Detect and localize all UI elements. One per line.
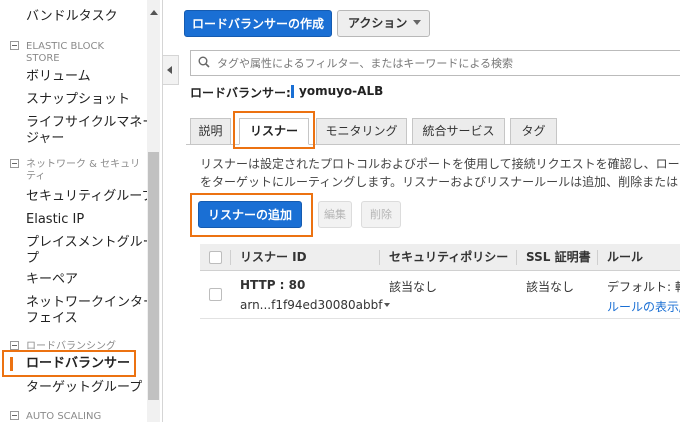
sidebar-item-bundle-tasks[interactable]: バンドルタスク [26,8,118,25]
tab-highlight-box [233,111,315,149]
sidebar-item-lifecycle-manager[interactable]: ライフサイクルマネー [26,114,155,131]
sidebar-item-key-pairs[interactable]: キーペア [26,271,78,288]
actions-dropdown[interactable]: アクション [337,10,430,37]
search-input[interactable] [217,54,677,72]
collapse-icon[interactable] [10,411,19,420]
sidebar-item-elastic-ip[interactable]: Elastic IP [26,211,84,228]
rule-default-value: デフォルト: 転 [607,280,680,294]
listener-arn[interactable]: arn...f1f94ed30080abbf [240,298,391,312]
sidebar-active-indicator [10,357,13,371]
delete-button[interactable]: 削除 [361,201,401,228]
listeners-description-line-2: をターゲットにルーティングします。リスナーおよびリスナールールは追加、削除または [200,175,679,189]
lb-status-marker [291,85,294,98]
tab-tags[interactable]: タグ [510,118,557,145]
ssl-certificate-value: 該当なし [526,280,575,294]
sidebar-item-placement-groups[interactable]: プレイスメントグルー [26,234,156,251]
search-icon [198,56,210,68]
section-network-toggle[interactable] [10,158,25,171]
tab-monitoring[interactable]: モニタリング [316,118,407,145]
load-balancer-name: yomuyo-ALB [299,84,384,98]
section-ebs-title-2: STORE [26,53,60,64]
listeners-description: リスナーは設定されたプロトコルおよびポートを使用して接続リクエストを確認し、ロー… [200,155,680,191]
sidebar-item-load-balancers[interactable]: ロードバランサー [26,355,130,372]
sidebar: バンドルタスク ELASTIC BLOCK STORE ボリューム スナップショ… [0,0,163,422]
section-network-title-2: ティ [26,171,46,182]
column-divider [230,250,231,265]
column-divider [379,250,380,265]
edit-button[interactable]: 編集 [318,201,352,228]
detail-label: ロードバランサー: [190,86,291,100]
sidebar-item-network-interfaces[interactable]: ネットワークインター [26,294,156,311]
column-header-security-policy[interactable]: セキュリティポリシー [389,244,508,271]
listener-arn-text: arn...f1f94ed30080abbf [240,298,383,312]
security-policy-value: 該当なし [389,280,438,294]
tab-integrated-services[interactable]: 統合サービス [412,118,505,145]
section-autoscaling-title: AUTO SCALING [26,411,102,422]
actions-label: アクション [348,16,408,30]
sidebar-item-volumes[interactable]: ボリューム [26,68,91,85]
listener-id: HTTP : 80 [240,278,306,292]
column-header-listener-id[interactable]: リスナー ID [240,244,307,271]
listeners-table-header: リスナー ID セキュリティポリシー SSL 証明書 ルール [200,244,680,271]
sidebar-item-network-interfaces-2[interactable]: フェイス [26,310,78,327]
sidebar-item-snapshots[interactable]: スナップショット [26,91,130,108]
row-checkbox[interactable] [209,288,222,301]
collapse-icon[interactable] [10,41,19,50]
section-autoscaling-toggle[interactable] [10,410,25,422]
view-rules-link[interactable]: ルールの表示/ [607,298,680,315]
search-box[interactable] [190,50,680,76]
listeners-description-line-1: リスナーは設定されたプロトコルおよびポートを使用して接続リクエストを確認し、ロー… [200,157,680,171]
row-divider [200,318,680,319]
sidebar-item-lifecycle-manager-2[interactable]: ジャー [26,130,64,147]
section-ebs-toggle[interactable] [10,40,25,53]
sidebar-item-security-groups[interactable]: セキュリティグループ [26,188,154,205]
sidebar-item-placement-groups-2[interactable]: プ [26,250,39,267]
dropdown-caret-icon[interactable] [384,303,391,307]
collapse-icon[interactable] [10,341,19,350]
add-listener-highlight-box [190,193,313,237]
sidebar-collapse-button[interactable] [163,55,179,85]
scroll-up-icon[interactable] [150,10,158,15]
column-header-rules[interactable]: ルール [607,244,643,271]
select-all-checkbox[interactable] [209,251,222,264]
create-load-balancer-button[interactable]: ロードバランサーの作成 [184,10,332,37]
tab-description[interactable]: 説明 [190,118,231,145]
sidebar-scroll-thumb[interactable] [148,152,159,400]
column-header-ssl-certificate[interactable]: SSL 証明書 [526,244,591,271]
sidebar-item-target-groups[interactable]: ターゲットグループ [26,379,142,396]
collapse-icon[interactable] [10,159,19,168]
column-divider [516,250,517,265]
chevron-down-icon [413,20,422,25]
column-divider [597,250,598,265]
